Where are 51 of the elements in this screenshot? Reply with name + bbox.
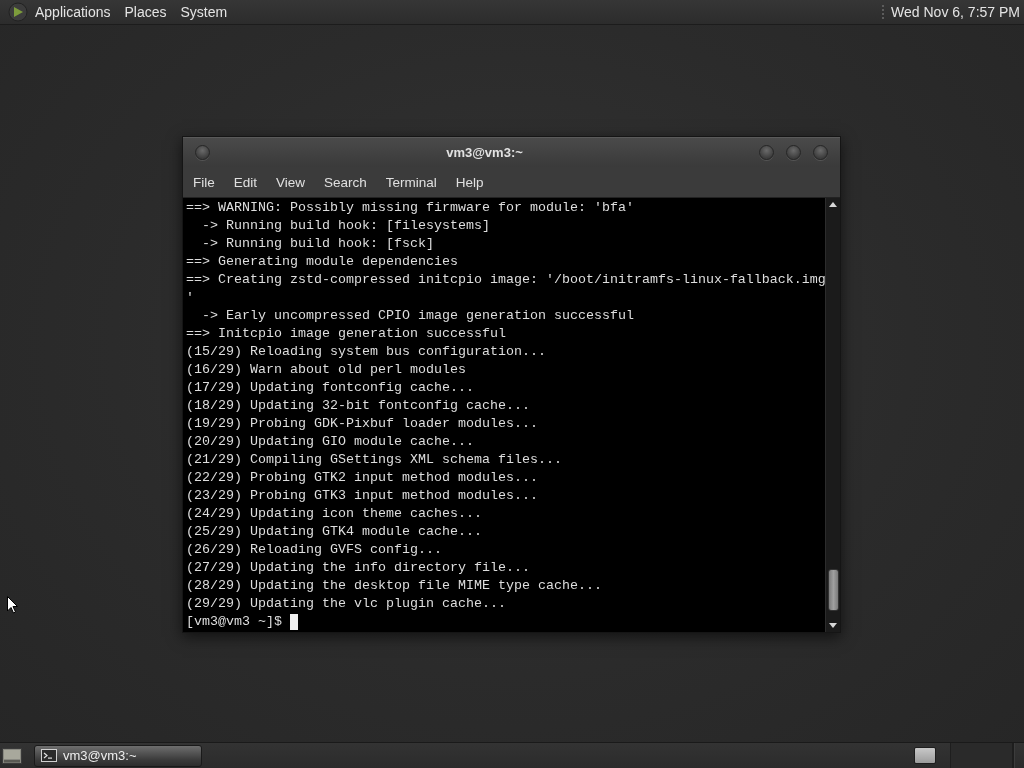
menu-item[interactable]: Terminal bbox=[375, 169, 446, 195]
terminal-line: (18/29) Updating 32-bit fontconfig cache... bbox=[186, 397, 531, 415]
scrollbar[interactable] bbox=[825, 198, 840, 632]
terminal-line: (15/29) Reloading system bus configuration... bbox=[186, 343, 547, 361]
panel-menu[interactable]: System bbox=[173, 0, 235, 24]
terminal-line: -> Running build hook: [filesystems] bbox=[201, 217, 491, 235]
terminal-icon bbox=[41, 749, 57, 762]
scrollbar-thumb[interactable] bbox=[827, 569, 839, 611]
terminal-line: ==> Initcpio image generation successful bbox=[186, 325, 507, 343]
show-desktop-icon[interactable] bbox=[2, 747, 22, 764]
terminal-line: (23/29) Probing GTK3 input method modules... bbox=[186, 487, 539, 505]
clock[interactable]: Wed Nov 6, 7:57 PM bbox=[885, 4, 1024, 20]
maximize-button[interactable] bbox=[786, 145, 801, 160]
terminal-line: ==> WARNING: Possibly missing firmware for module: 'bfa' bbox=[186, 199, 635, 217]
terminal-line: (16/29) Warn about old perl modules bbox=[186, 361, 467, 379]
terminal-line: (27/29) Updating the info directory file... bbox=[186, 559, 531, 577]
terminal-line: (28/29) Updating the desktop file MIME type cache... bbox=[186, 577, 603, 595]
terminal-line: -> Early uncompressed CPIO image generation successful bbox=[201, 307, 635, 325]
terminal-line: ==> Generating module dependencies bbox=[186, 253, 459, 271]
menu-item[interactable]: View bbox=[266, 169, 315, 195]
terminal-line: (19/29) Probing GDK-Pixbuf loader modules... bbox=[186, 415, 539, 433]
logo-icon[interactable] bbox=[8, 2, 28, 22]
terminal-line: ' bbox=[186, 289, 195, 307]
scroll-down-icon[interactable] bbox=[829, 623, 837, 628]
terminal-line: (29/29) Updating the vlc plugin cache... bbox=[186, 595, 507, 613]
menu-item[interactable]: Edit bbox=[223, 169, 267, 195]
menu-item[interactable]: File bbox=[183, 169, 224, 195]
taskbar-button[interactable]: vm3@vm3:~ bbox=[34, 744, 202, 767]
terminal-line: (25/29) Updating GTK4 module cache... bbox=[186, 523, 483, 541]
close-button[interactable] bbox=[813, 145, 828, 160]
mouse-pointer-icon bbox=[7, 596, 18, 614]
shell-prompt: [vm3@vm3 ~]$ bbox=[186, 613, 282, 631]
window-title: vm3@vm3:~ bbox=[445, 145, 524, 160]
terminal-line: (24/29) Updating icon theme caches... bbox=[186, 505, 483, 523]
workspace-switcher[interactable] bbox=[914, 747, 936, 764]
minimize-button[interactable] bbox=[759, 145, 774, 160]
terminal-line: ==> Creating zstd-compressed initcpio image: '/boot/initramfs-linux-fallback.img bbox=[186, 271, 825, 289]
menu-item[interactable]: Search bbox=[314, 169, 376, 195]
block-cursor-icon bbox=[290, 614, 298, 630]
panel-menu[interactable]: Places bbox=[117, 0, 174, 24]
terminal-line: (22/29) Probing GTK2 input method modules... bbox=[186, 469, 539, 487]
menu-item[interactable]: Help bbox=[445, 169, 493, 195]
terminal-line: (20/29) Updating GIO module cache... bbox=[186, 433, 475, 451]
grip-icon[interactable] bbox=[881, 4, 886, 20]
window-menu-button[interactable] bbox=[195, 145, 210, 160]
terminal-line: (17/29) Updating fontconfig cache... bbox=[186, 379, 475, 397]
scroll-up-icon[interactable] bbox=[829, 202, 837, 207]
terminal-line: -> Running build hook: [fsck] bbox=[201, 235, 435, 253]
panel-menu[interactable]: Applications bbox=[28, 0, 118, 24]
terminal-line: (26/29) Reloading GVFS config... bbox=[186, 541, 443, 559]
terminal-line: (21/29) Compiling GSettings XML schema files... bbox=[186, 451, 563, 469]
